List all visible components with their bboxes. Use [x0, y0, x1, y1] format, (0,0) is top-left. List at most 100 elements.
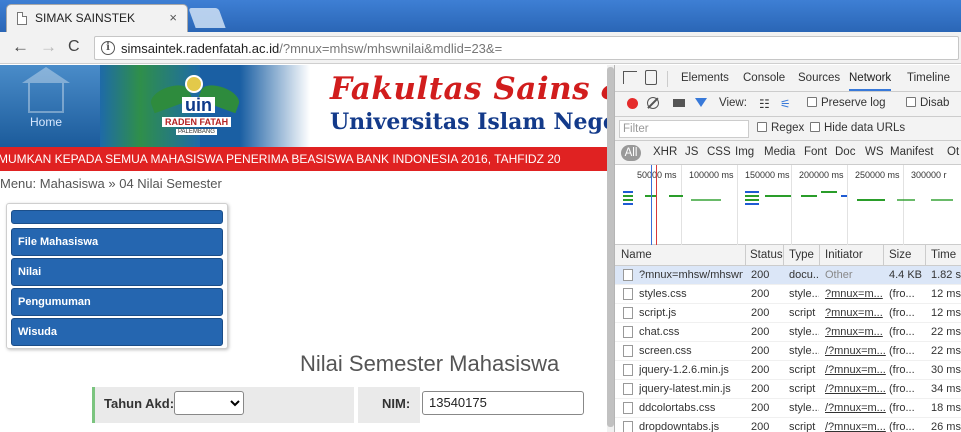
- type-font[interactable]: Font: [804, 146, 827, 158]
- table-row[interactable]: script.js 200 script ?mnux=m... (fro... …: [615, 304, 961, 323]
- network-overview[interactable]: 50000 ms 100000 ms 150000 ms 200000 ms 2…: [615, 165, 961, 245]
- browser-tab[interactable]: SIMAK SAINSTEK ×: [6, 4, 188, 32]
- menu-item-pengumuman[interactable]: Pengumuman: [11, 288, 223, 316]
- tab-sources[interactable]: Sources: [798, 72, 840, 84]
- type-other[interactable]: Ot: [947, 146, 959, 158]
- table-row[interactable]: jquery-latest.min.js 200 script /?mnux=m…: [615, 380, 961, 399]
- hide-data-urls-box[interactable]: [810, 122, 820, 132]
- home-house-icon[interactable]: [22, 67, 70, 113]
- request-initiator[interactable]: ?mnux=m...: [825, 288, 883, 300]
- type-js[interactable]: JS: [685, 146, 698, 158]
- request-size: (fro...: [889, 345, 915, 357]
- large-rows-icon[interactable]: ☷: [759, 97, 770, 111]
- col-name[interactable]: Name: [621, 249, 652, 261]
- table-row[interactable]: screen.css 200 style... /?mnux=m... (fro…: [615, 342, 961, 361]
- timeline-bar: [745, 199, 759, 201]
- page-title: Nilai Semester Mahasiswa: [300, 351, 560, 376]
- col-type[interactable]: Type: [789, 249, 814, 261]
- device-toolbar-icon[interactable]: [645, 70, 657, 85]
- col-initiator[interactable]: Initiator: [825, 249, 863, 261]
- request-initiator[interactable]: /?mnux=m...: [825, 364, 886, 376]
- col-size[interactable]: Size: [889, 249, 911, 261]
- preserve-log-box[interactable]: [807, 97, 817, 107]
- preserve-log-checkbox[interactable]: Preserve log: [807, 97, 886, 109]
- type-doc[interactable]: Doc: [835, 146, 855, 158]
- breadcrumb: Menu: Mahasiswa » 04 Nilai Semester: [0, 176, 222, 191]
- request-initiator[interactable]: /?mnux=m...: [825, 383, 886, 395]
- regex-checkbox[interactable]: Regex: [757, 122, 804, 134]
- logo-raden-fatah-text: RADEN FATAH: [162, 117, 232, 127]
- document-icon: [623, 307, 633, 319]
- tab-title: SIMAK SAINSTEK: [35, 11, 136, 25]
- col-time[interactable]: Time: [931, 249, 956, 261]
- overview-icon[interactable]: ⚟: [780, 97, 791, 111]
- filter-icon[interactable]: [695, 98, 707, 107]
- nim-input[interactable]: 13540175: [422, 391, 584, 415]
- url-host: simsaintek.radenfatah.ac.id: [121, 41, 280, 56]
- request-status: 200: [751, 402, 770, 414]
- tab-timeline[interactable]: Timeline: [907, 72, 950, 84]
- type-media[interactable]: Media: [764, 146, 795, 158]
- disable-cache-box[interactable]: [906, 97, 916, 107]
- announcement-text: MUMKAN KEPADA SEMUA MAHASISWA PENERIMA B…: [0, 152, 561, 166]
- request-size: (fro...: [889, 307, 915, 319]
- regex-box[interactable]: [757, 122, 767, 132]
- url-text[interactable]: simsaintek.radenfatah.ac.id/?mnux=mhsw/m…: [121, 41, 502, 56]
- clear-icon[interactable]: [647, 97, 659, 109]
- tahun-akd-select[interactable]: [174, 391, 244, 415]
- address-bar[interactable]: i simsaintek.radenfatah.ac.id/?mnux=mhsw…: [94, 36, 959, 60]
- request-initiator[interactable]: ?mnux=m...: [825, 326, 883, 338]
- table-row[interactable]: jquery-1.2.6.min.js 200 script /?mnux=m.…: [615, 361, 961, 380]
- table-row[interactable]: ddcolortabs.css 200 style... /?mnux=m...…: [615, 399, 961, 418]
- menu-item-wisuda[interactable]: Wisuda: [11, 318, 223, 346]
- type-manifest[interactable]: Manifest: [890, 146, 933, 158]
- request-name: jquery-1.2.6.min.js: [639, 364, 729, 376]
- menu-item-file-mahasiswa[interactable]: File Mahasiswa: [11, 228, 223, 256]
- request-time: 22 ms: [931, 345, 961, 357]
- request-size: (fro...: [889, 364, 915, 376]
- menu-item-nilai[interactable]: Nilai: [11, 258, 223, 286]
- request-name: chat.css: [639, 326, 680, 338]
- scrollbar-thumb[interactable]: [607, 67, 614, 427]
- regex-label: Regex: [771, 122, 805, 134]
- home-link[interactable]: Home: [30, 115, 62, 129]
- tab-elements[interactable]: Elements: [681, 72, 729, 84]
- resource-type-filters: All XHR JS CSS Img Media Font Doc WS Man…: [615, 141, 961, 165]
- disable-cache-checkbox[interactable]: Disab: [906, 97, 949, 109]
- grid-line: [791, 165, 792, 245]
- back-arrow-icon[interactable]: ←: [12, 38, 29, 56]
- info-icon[interactable]: i: [101, 41, 115, 55]
- logo-uin-text: uin: [182, 96, 215, 114]
- site-banner: Home uin RADEN FATAH PALEMBANG Fakultas …: [0, 65, 607, 147]
- inspect-element-icon[interactable]: [623, 71, 637, 84]
- col-status[interactable]: Status: [750, 249, 783, 261]
- request-initiator[interactable]: /?mnux=m...: [825, 402, 886, 414]
- tab-close-icon[interactable]: ×: [169, 10, 177, 25]
- type-all[interactable]: All: [621, 145, 641, 161]
- table-row[interactable]: dropdowntabs.js 200 script /?mnux=m... (…: [615, 418, 961, 432]
- request-initiator[interactable]: /?mnux=m...: [825, 345, 886, 357]
- type-img[interactable]: Img: [735, 146, 754, 158]
- type-css[interactable]: CSS: [707, 146, 731, 158]
- table-row[interactable]: ?mnux=mhsw/mhswn... 200 docu... Other 4.…: [615, 266, 961, 285]
- table-row[interactable]: chat.css 200 style... ?mnux=m... (fro...…: [615, 323, 961, 342]
- filter-input[interactable]: Filter: [619, 120, 749, 138]
- capture-screenshots-icon[interactable]: [673, 99, 685, 107]
- page-scrollbar[interactable]: [607, 65, 614, 432]
- request-initiator[interactable]: ?mnux=m...: [825, 307, 883, 319]
- request-status: 200: [751, 288, 770, 300]
- request-status: 200: [751, 364, 770, 376]
- tab-console[interactable]: Console: [743, 72, 785, 84]
- request-time: 30 ms: [931, 364, 961, 376]
- tab-network[interactable]: Network: [849, 72, 892, 91]
- request-initiator[interactable]: /?mnux=m...: [825, 421, 886, 432]
- type-ws[interactable]: WS: [865, 146, 884, 158]
- new-tab-button[interactable]: [188, 8, 226, 28]
- hide-data-urls-checkbox[interactable]: Hide data URLs: [810, 122, 905, 134]
- record-icon[interactable]: [627, 98, 638, 109]
- type-xhr[interactable]: XHR: [653, 146, 677, 158]
- reload-icon[interactable]: C: [68, 38, 80, 56]
- forward-arrow-icon[interactable]: →: [40, 38, 57, 56]
- timeline-bar: [821, 191, 837, 193]
- table-row[interactable]: styles.css 200 style... ?mnux=m... (fro.…: [615, 285, 961, 304]
